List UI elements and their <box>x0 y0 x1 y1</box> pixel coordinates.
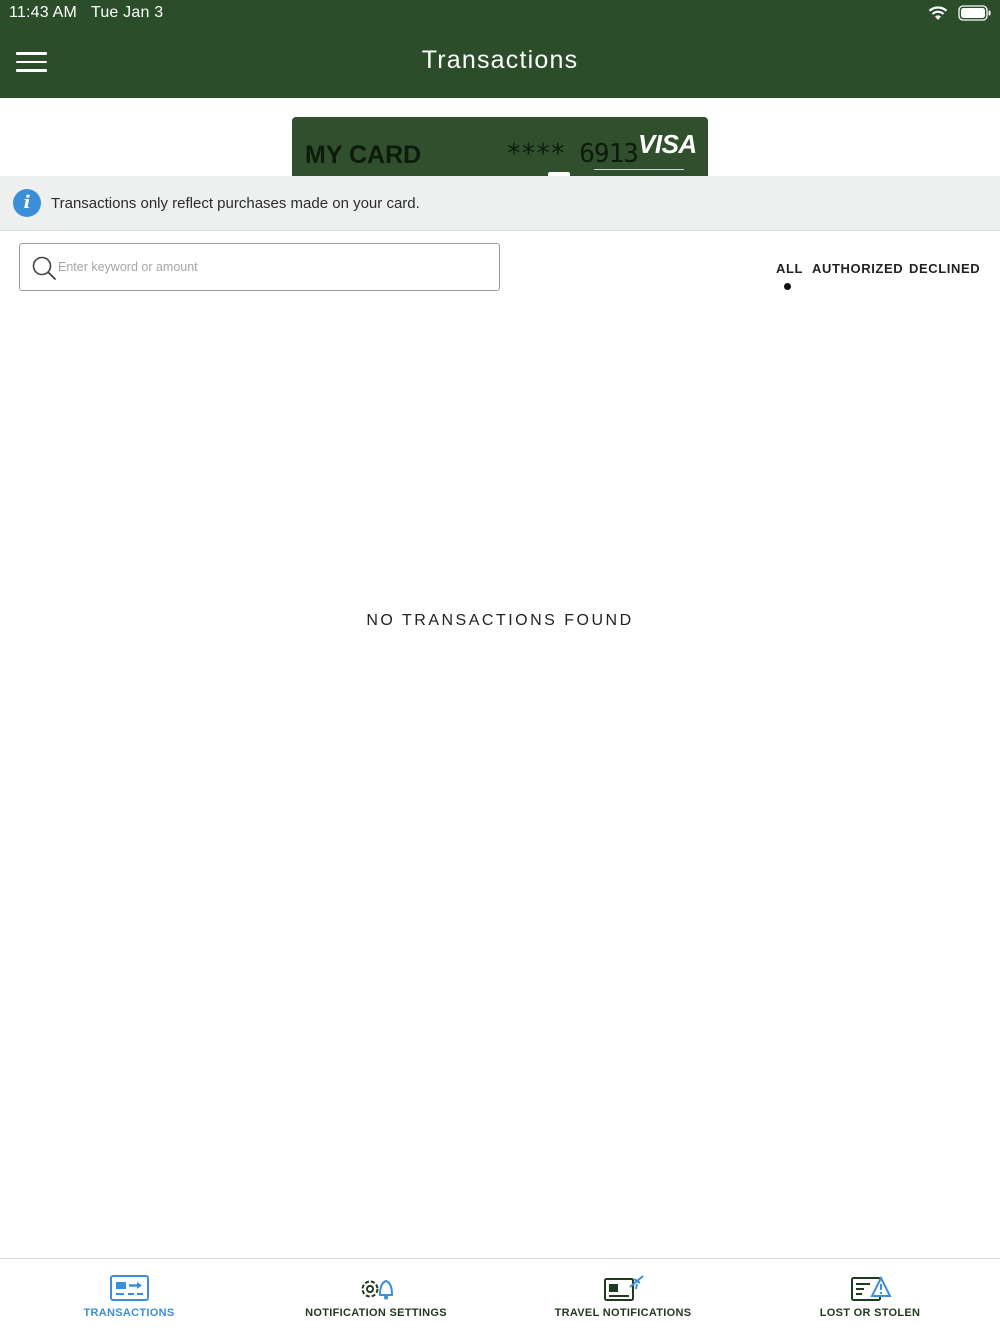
nav-label-transactions: TRANSACTIONS <box>83 1307 175 1319</box>
tab-declined[interactable]: DECLINED <box>909 261 980 276</box>
tab-authorized[interactable]: AUTHORIZED <box>812 261 903 276</box>
card-warning-icon <box>851 1275 892 1301</box>
card-masked-number: **** 6913 <box>506 139 639 169</box>
nav-label-travel-notifications: TRAVEL NOTIFICATIONS <box>554 1307 692 1319</box>
nav-lost-or-stolen[interactable]: LOST OR STOLEN <box>745 1259 995 1335</box>
card-decoration <box>594 169 684 172</box>
page-title: Transactions <box>421 46 579 74</box>
card-brand-logo: VISA <box>638 129 697 159</box>
card-airplane-icon <box>604 1275 644 1301</box>
filter-tabs: ALL AUTHORIZED DECLINED <box>0 261 1000 295</box>
info-banner-text: Transactions only reflect purchases made… <box>51 195 420 212</box>
card-name: MY CARD <box>305 141 422 169</box>
wifi-icon <box>928 6 948 20</box>
battery-icon <box>958 5 991 21</box>
selected-tab-indicator <box>784 283 791 290</box>
nav-notification-settings[interactable]: NOTIFICATION SETTINGS <box>251 1259 501 1335</box>
status-date: Tue Jan 3 <box>90 4 164 21</box>
tab-all[interactable]: ALL <box>776 261 803 276</box>
status-time: 11:43 AM <box>9 4 78 21</box>
empty-state-message: NO TRANSACTIONS FOUND <box>366 612 634 629</box>
transactions-card-icon <box>110 1275 149 1301</box>
bottom-navigation: TRANSACTIONS NOTIFICATION SETTINGS TRAVE… <box>0 1258 1000 1334</box>
gear-bell-icon <box>361 1279 394 1300</box>
status-bar-icons <box>928 5 992 21</box>
nav-label-lost-or-stolen: LOST OR STOLEN <box>819 1307 921 1319</box>
info-banner: i Transactions only reflect purchases ma… <box>0 176 1000 231</box>
status-bar-time: 11:43 AM Tue Jan 3 <box>9 4 163 22</box>
card-preview[interactable]: MY CARD **** 6913 VISA <box>292 117 708 179</box>
app-header: 11:43 AM Tue Jan 3 Transactions <box>0 0 1000 98</box>
nav-label-notification-settings: NOTIFICATION SETTINGS <box>305 1307 447 1319</box>
nav-transactions[interactable]: TRANSACTIONS <box>4 1259 254 1335</box>
info-icon: i <box>13 189 41 217</box>
nav-travel-notifications[interactable]: TRAVEL NOTIFICATIONS <box>498 1259 748 1335</box>
